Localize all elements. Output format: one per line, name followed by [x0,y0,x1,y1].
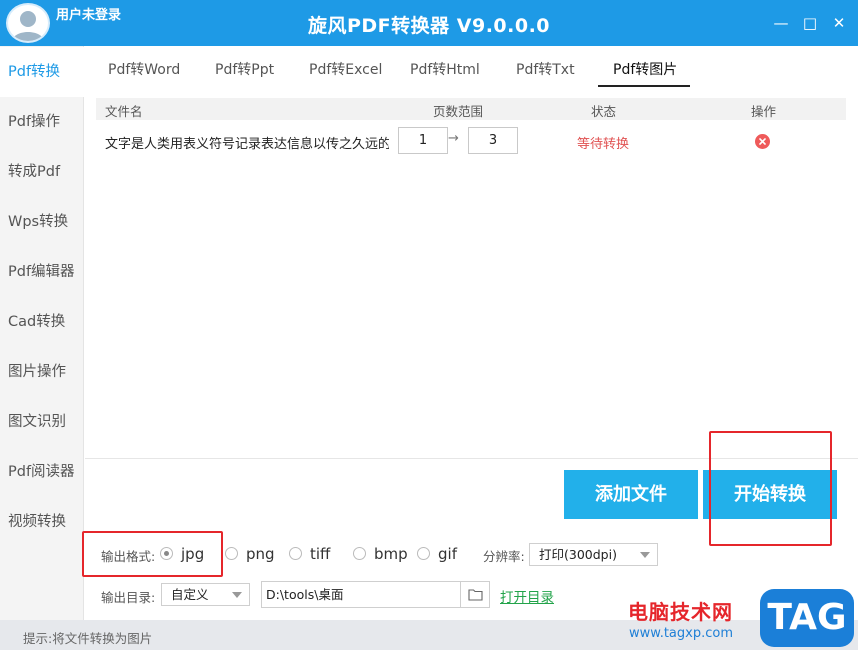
column-header-status: 状态 [591,104,617,119]
highlight-box-format [82,531,223,577]
sidebar-item-pdf-operation[interactable]: Pdf操作 [0,97,84,147]
minimize-button[interactable]: — [771,13,791,33]
output-dir-label: 输出目录: [101,590,156,605]
format-radio-gif[interactable] [417,547,430,560]
add-file-button[interactable]: 添加文件 [564,470,698,519]
tab-pdf-to-word[interactable]: Pdf转Word [108,59,180,79]
column-header-filename: 文件名 [105,104,143,119]
output-dir-mode-select[interactable]: 自定义 [161,583,250,606]
sidebar-item-cad-convert[interactable]: Cad转换 [0,297,84,347]
close-button[interactable]: ✕ [829,13,849,33]
format-radio-png[interactable] [225,547,238,560]
tab-pdf-to-excel[interactable]: Pdf转Excel [309,59,382,79]
resolution-select[interactable]: 打印(300dpi) [529,543,658,566]
tab-pdf-to-html[interactable]: Pdf转Html [410,59,480,79]
close-circle-icon [759,138,766,145]
sidebar-item-to-pdf[interactable]: 转成Pdf [0,147,84,197]
sidebar-item-wps-convert[interactable]: Wps转换 [0,197,84,247]
resolution-label: 分辨率: [483,549,525,564]
table-row: 文字是人类用表义符号记录表达信息以传之久远的 1 → 3 等待转换 [96,124,846,160]
page-from-input[interactable]: 1 [398,127,448,154]
title-bar: 用户未登录 旋风PDF转换器 V9.0.0.0 — □ ✕ [0,0,858,46]
format-label-bmp[interactable]: bmp [374,545,408,563]
output-dir-input[interactable]: D:\tools\桌面 [261,581,461,608]
range-arrow-icon: → [448,131,459,146]
delete-file-button[interactable] [755,134,770,149]
highlight-box-start [709,431,832,546]
chevron-down-icon [232,592,242,598]
sidebar-item-image-operation[interactable]: 图片操作 [0,347,84,397]
tab-pdf-to-image[interactable]: Pdf转图片 [613,59,677,79]
app-title: 旋风PDF转换器 V9.0.0.0 [307,15,551,37]
watermark-url: www.tagxp.com [629,626,733,641]
sidebar-item-pdf-editor[interactable]: Pdf编辑器 [0,247,84,297]
sidebar-item-pdf-reader[interactable]: Pdf阅读器 [0,447,84,497]
watermark-tag-logo: TAG [760,589,854,647]
column-header-action: 操作 [751,104,777,119]
format-radio-bmp[interactable] [353,547,366,560]
status-badge: 等待转换 [577,137,630,152]
maximize-button[interactable]: □ [800,13,820,33]
sidebar-item-pdf-convert[interactable]: Pdf转换 [0,47,85,97]
active-tab-underline [598,85,690,87]
output-dir-mode-value: 自定义 [171,587,209,602]
format-label-tiff[interactable]: tiff [310,545,330,563]
file-table-header: 文件名 页数范围 状态 操作 [96,98,846,120]
folder-icon [468,589,483,601]
column-header-page-range: 页数范围 [433,104,484,119]
file-name-cell: 文字是人类用表义符号记录表达信息以传之久远的 [105,137,389,152]
conversion-tabs: Pdf转Word Pdf转Ppt Pdf转Excel Pdf转Html Pdf转… [85,46,858,88]
format-label-gif[interactable]: gif [438,545,457,563]
tab-pdf-to-ppt[interactable]: Pdf转Ppt [215,59,274,79]
page-to-input[interactable]: 3 [468,127,518,154]
browse-folder-button[interactable] [461,581,490,608]
sidebar-item-video-convert[interactable]: 视频转换 [0,497,84,547]
sidebar-item-ocr[interactable]: 图文识别 [0,397,84,447]
format-label-png[interactable]: png [246,545,275,563]
status-hint-text: 提示:将文件转换为图片 [23,631,153,646]
tab-pdf-to-txt[interactable]: Pdf转Txt [516,59,575,79]
resolution-select-value: 打印(300dpi) [539,547,617,562]
sidebar: Pdf转换 Pdf操作 转成Pdf Wps转换 Pdf编辑器 Cad转换 图片操… [0,46,85,620]
open-directory-link[interactable]: 打开目录 [500,586,554,606]
format-radio-tiff[interactable] [289,547,302,560]
watermark-site-name: 电脑技术网 [628,600,733,624]
chevron-down-icon [640,552,650,558]
